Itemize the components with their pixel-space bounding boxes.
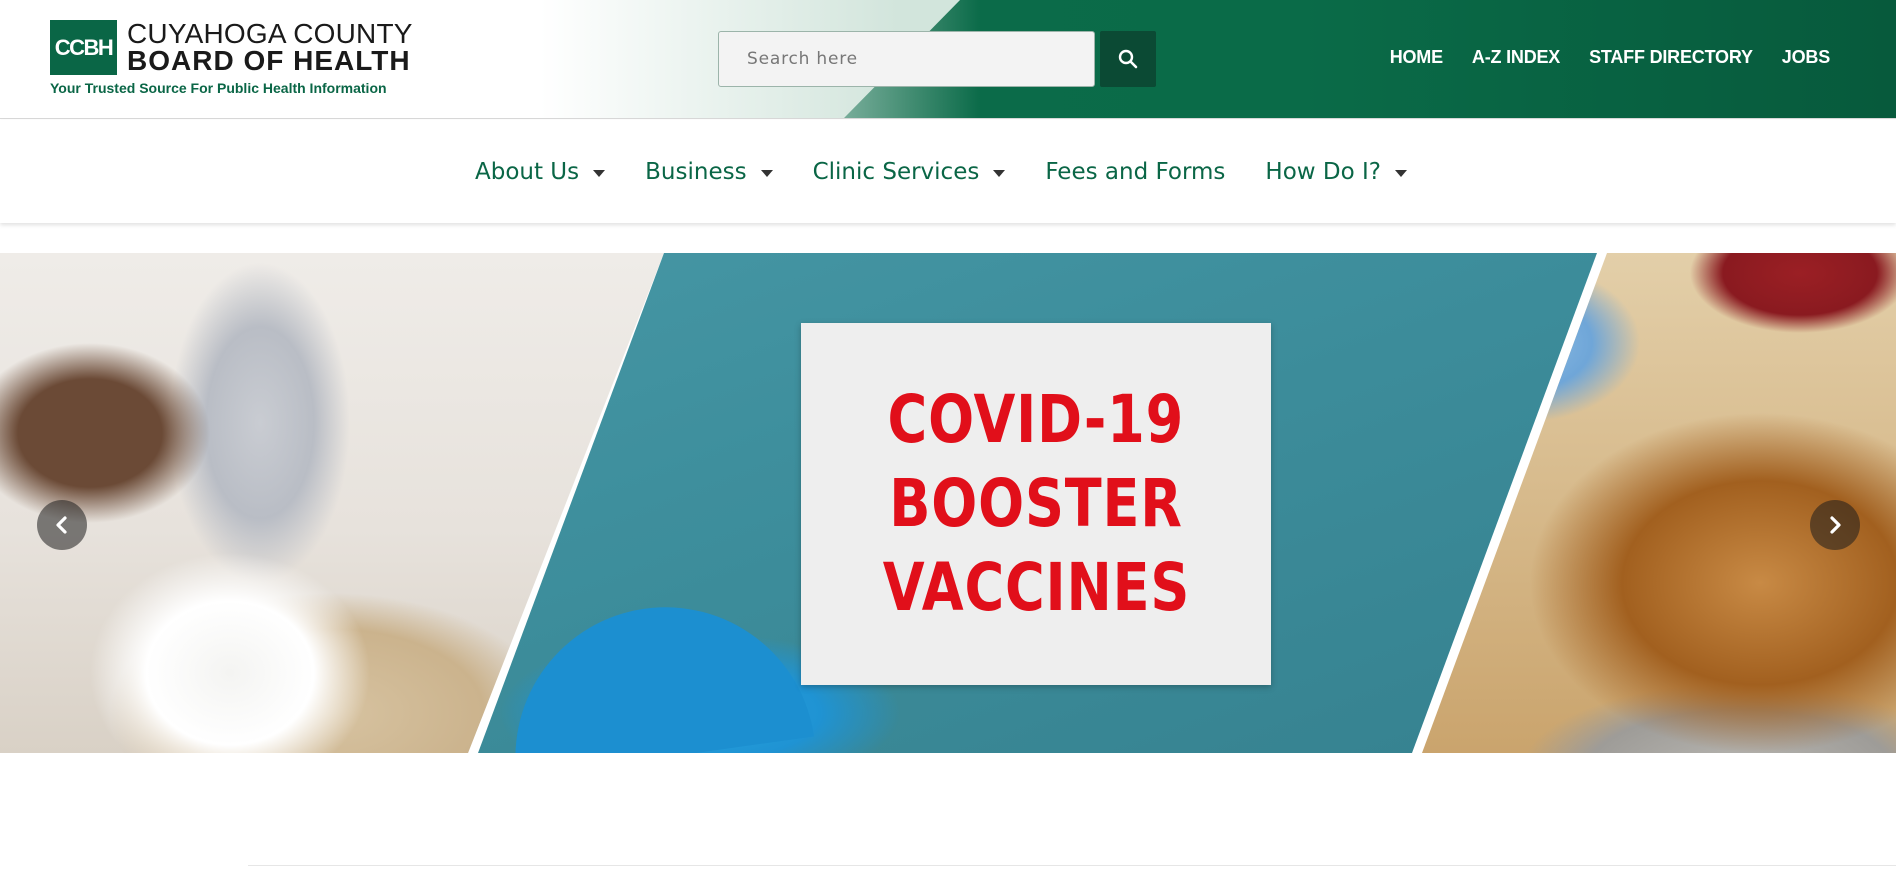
blue-glove-image — [496, 587, 814, 753]
nav-item-clinic-services[interactable]: Clinic Services — [813, 159, 1006, 185]
nav-item-fees-and-forms[interactable]: Fees and Forms — [1045, 159, 1225, 185]
logo-tagline: Your Trusted Source For Public Health In… — [50, 80, 387, 96]
chevron-left-icon — [56, 516, 67, 534]
caret-down-icon — [993, 169, 1006, 177]
nav-item-how-do-i[interactable]: How Do I? — [1265, 159, 1407, 185]
nav-item-label: Clinic Services — [812, 159, 980, 185]
search-input[interactable] — [718, 31, 1095, 87]
utility-nav: HOME A-Z INDEX STAFF DIRECTORY JOBS — [1390, 47, 1830, 68]
nav-item-business[interactable]: Business — [645, 159, 773, 185]
utility-link-staff-directory[interactable]: STAFF DIRECTORY — [1589, 47, 1753, 68]
nav-item-label: About Us — [475, 159, 580, 185]
nav-item-about-us[interactable]: About Us — [475, 159, 606, 185]
chevron-right-icon — [1830, 516, 1841, 534]
slide-text-line: VACCINES — [882, 549, 1190, 626]
nav-item-label: How Do I? — [1265, 159, 1381, 185]
slider-next-button[interactable] — [1810, 500, 1860, 550]
slide-text-line: BOOSTER — [889, 465, 1183, 542]
caret-down-icon — [1394, 169, 1407, 177]
caret-down-icon — [593, 169, 606, 177]
logo-board-name: BOARD OF HEALTH — [127, 45, 411, 76]
slider-prev-button[interactable] — [37, 500, 87, 550]
logo-mark: CCBH — [50, 20, 117, 75]
covid-booster-card: COVID-19 BOOSTER VACCINES — [801, 323, 1271, 685]
slide-text-line: COVID-19 — [887, 381, 1185, 458]
utility-link-az-index[interactable]: A-Z INDEX — [1472, 47, 1560, 68]
main-nav: About Us Business Clinic Services Fees a… — [0, 120, 1896, 223]
hero-slider: COVID-19 BOOSTER VACCINES — [0, 253, 1896, 753]
nav-item-label: Business — [645, 159, 747, 185]
nav-item-label: Fees and Forms — [1045, 159, 1226, 185]
section-divider — [248, 865, 1896, 866]
search-icon — [1118, 49, 1138, 69]
search-button[interactable] — [1100, 31, 1156, 87]
site-logo[interactable]: CCBH CUYAHOGA COUNTY BOARD OF HEALTH You… — [50, 19, 412, 98]
caret-down-icon — [760, 169, 773, 177]
utility-link-jobs[interactable]: JOBS — [1782, 47, 1830, 68]
top-header: CCBH CUYAHOGA COUNTY BOARD OF HEALTH You… — [0, 0, 1896, 119]
utility-link-home[interactable]: HOME — [1390, 47, 1443, 68]
